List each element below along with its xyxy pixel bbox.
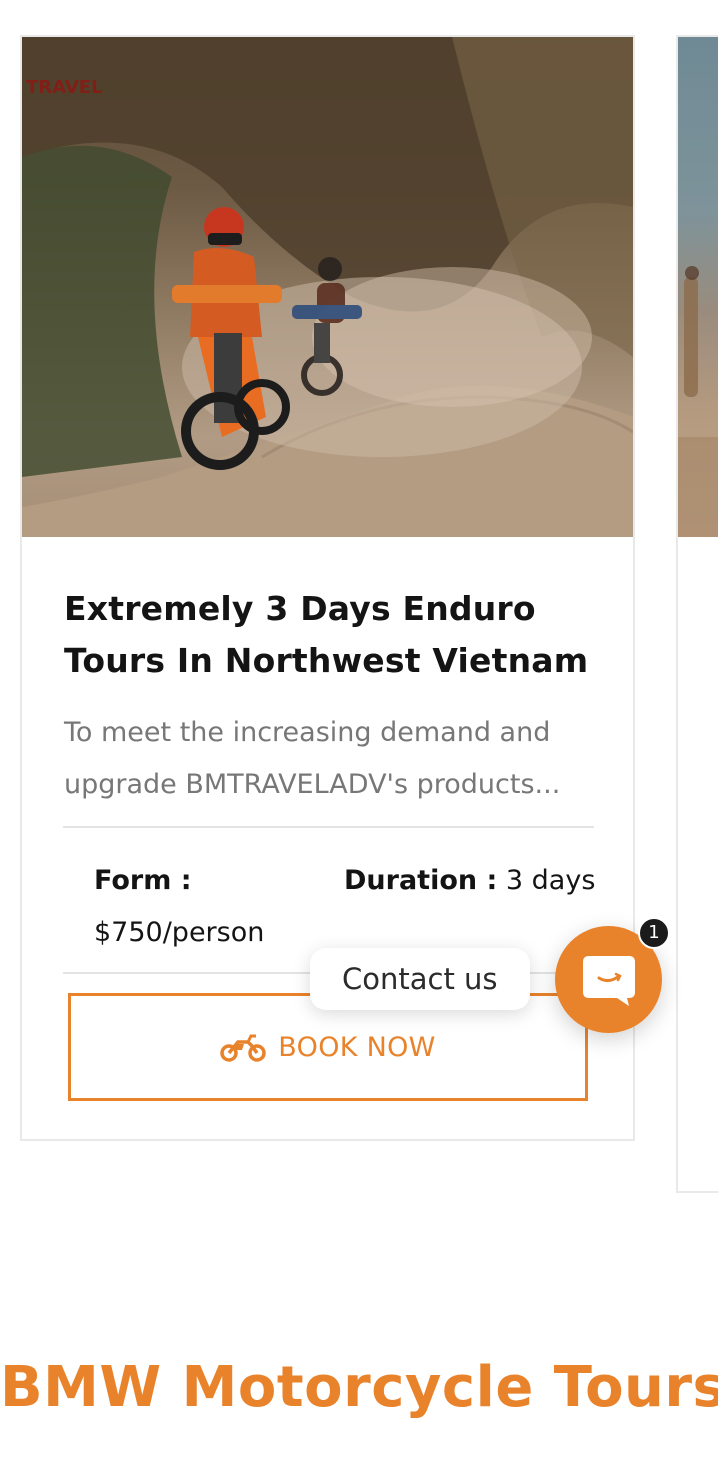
tour-image[interactable]: TRAVEL — [22, 37, 633, 537]
duration-value: 3 days — [505, 865, 596, 896]
enduro-riders-photo: TRAVEL — [22, 37, 633, 537]
section-heading: BMW Motorcycle Tours — [0, 1355, 718, 1420]
image-watermark: TRAVEL — [26, 77, 103, 98]
price-info: Form : $750/person — [94, 855, 264, 959]
duration-info: Duration : 3 days — [344, 855, 595, 907]
duration-label: Duration : — [344, 865, 498, 896]
tour-title[interactable]: Extremely 3 Days Enduro Tours In Northwe… — [64, 583, 604, 687]
chat-smile-icon — [582, 955, 635, 1006]
contact-us-label[interactable]: Contact us — [310, 948, 530, 1010]
tour-excerpt: To meet the increasing demand and upgrad… — [64, 717, 561, 800]
page: TRAVEL Extremely 3 Days Enduro Tours In … — [0, 0, 718, 1458]
price-value: $750/person — [94, 917, 265, 948]
price-label: Form : — [94, 865, 192, 896]
book-now-label: BOOK NOW — [278, 1031, 436, 1063]
notification-badge: 1 — [638, 917, 670, 949]
next-tour-card[interactable] — [676, 35, 718, 1193]
motorcycle-icon — [220, 1034, 267, 1062]
divider — [63, 826, 594, 828]
next-tour-image — [678, 37, 718, 537]
